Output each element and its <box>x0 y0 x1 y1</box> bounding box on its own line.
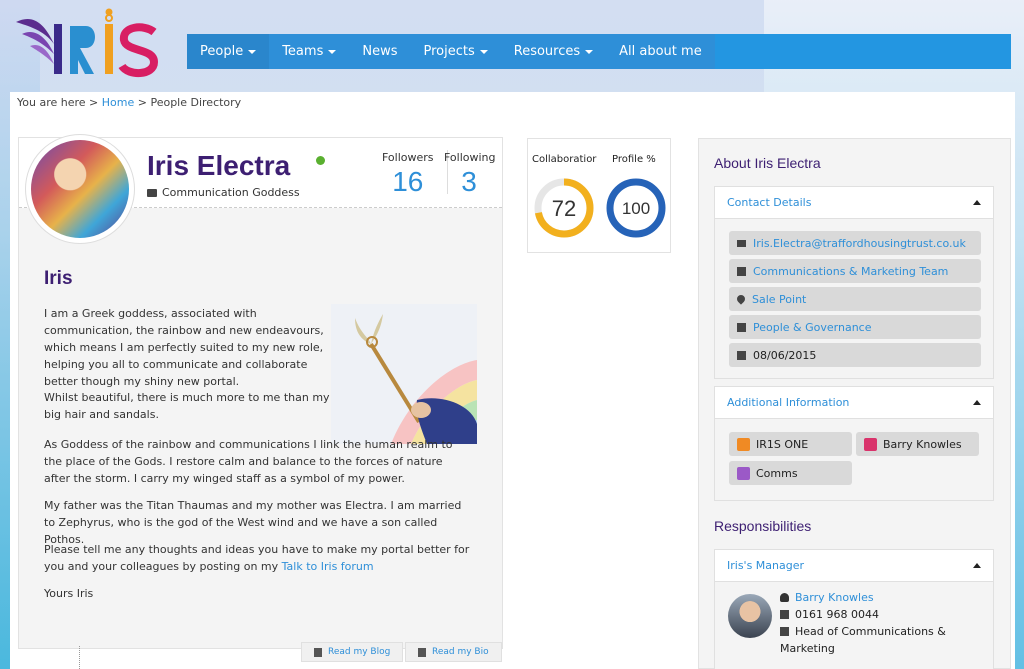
manager-role-row-2: Marketing <box>780 642 835 655</box>
tag-comms[interactable]: Comms <box>729 461 852 485</box>
manager-avatar[interactable] <box>728 594 772 638</box>
nav-projects[interactable]: Projects <box>410 34 500 69</box>
iris-logo[interactable] <box>14 4 174 80</box>
department-row[interactable]: People & Governance <box>729 315 981 339</box>
dotted-divider <box>79 646 80 669</box>
responsibilities-title: Responsibilities <box>714 518 812 534</box>
collaboration-value: 72 <box>552 196 576 221</box>
envelope-icon <box>737 239 746 247</box>
breadcrumb-home-link[interactable]: Home <box>102 96 134 109</box>
group-icon <box>737 437 750 451</box>
tag-ir1s-one[interactable]: IR1S ONE <box>729 432 852 456</box>
collaboration-label: Collaboratior <box>532 154 597 165</box>
stats-card: Collaboratior Profile % 72 100 <box>527 138 671 253</box>
caret-down-icon <box>328 49 337 54</box>
contact-card-icon <box>864 437 877 451</box>
bio-title: Iris <box>44 268 73 289</box>
collaboration-gauge[interactable]: 72 <box>533 177 595 239</box>
bio-paragraph: I am a Greek goddess, associated with co… <box>44 307 324 388</box>
manager-name-row: Barry Knowles <box>780 591 874 604</box>
main-nav: People Teams News Projects Resources All… <box>187 34 1011 69</box>
team-row[interactable]: Communications & Marketing Team <box>729 259 981 283</box>
bio-paragraph: As Goddess of the rainbow and communicat… <box>44 438 453 485</box>
following-stat[interactable]: Following 3 <box>444 151 496 198</box>
caret-down-icon <box>479 49 488 54</box>
profile-completion-gauge[interactable]: 100 <box>605 177 667 239</box>
chevron-up-icon[interactable] <box>973 563 981 568</box>
followers-stat[interactable]: Followers 16 <box>382 151 434 198</box>
chevron-up-icon[interactable] <box>973 200 981 205</box>
nav-teams[interactable]: Teams <box>269 34 349 69</box>
briefcase-icon <box>147 188 157 197</box>
talk-to-iris-forum-link[interactable]: Talk to Iris forum <box>282 560 374 573</box>
profile-percent-label: Profile % <box>612 154 656 165</box>
location-pin-icon <box>735 293 747 305</box>
breadcrumb-current: People Directory <box>150 96 242 109</box>
manager-role-row: Head of Communications & <box>780 625 946 638</box>
location-row[interactable]: Sale Point <box>729 287 981 311</box>
profile-name: Iris Electra <box>147 150 291 181</box>
caret-down-icon <box>248 49 257 54</box>
breadcrumb: You are here > Home > People Directory <box>17 96 242 109</box>
additional-info-panel: Additional Information IR1S ONE Barry Kn… <box>714 386 994 501</box>
contact-details-header[interactable]: Contact Details <box>715 187 993 219</box>
person-icon <box>780 593 789 602</box>
winged-staff-image <box>331 304 477 444</box>
followers-count: 16 <box>392 166 424 197</box>
chevron-up-icon[interactable] <box>973 400 981 405</box>
avatar-image <box>31 140 129 238</box>
caret-down-icon <box>585 49 594 54</box>
manager-panel: Iris's Manager Barry Knowles 0161 968 00… <box>714 549 994 669</box>
team-icon <box>737 266 746 276</box>
bio-paragraph: Please tell me any thoughts and ideas yo… <box>44 543 470 573</box>
team-icon <box>780 627 789 636</box>
following-count: 3 <box>461 166 477 197</box>
contact-details-panel: Contact Details Iris.Electra@traffordhou… <box>714 186 994 379</box>
profile-header: Iris Electra Communication Goddess Follo… <box>19 134 502 244</box>
date-row: 08/06/2015 <box>729 343 981 367</box>
nav-resources[interactable]: Resources <box>501 34 606 69</box>
building-icon <box>737 322 746 332</box>
about-title: About Iris Electra <box>714 155 821 171</box>
nav-all-about-me[interactable]: All about me <box>606 34 715 69</box>
additional-info-header[interactable]: Additional Information <box>715 387 993 419</box>
bio-signoff: Yours Iris <box>44 587 94 600</box>
manager-name-link[interactable]: Barry Knowles <box>795 591 874 604</box>
nav-fill <box>714 34 1011 69</box>
read-bio-button[interactable]: Read my Bio <box>405 642 502 662</box>
nav-people[interactable]: People <box>187 34 270 69</box>
manager-header[interactable]: Iris's Manager <box>715 550 993 582</box>
comms-icon <box>737 466 750 480</box>
read-blog-button[interactable]: Read my Blog <box>301 642 404 662</box>
document-icon <box>418 647 426 657</box>
online-status-icon <box>316 156 325 165</box>
manager-phone-row: 0161 968 0044 <box>780 608 879 621</box>
page-content: You are here > Home > People Directory I… <box>10 92 1015 669</box>
email-row[interactable]: Iris.Electra@traffordhousingtrust.co.uk <box>729 231 981 255</box>
phone-icon <box>780 610 789 619</box>
job-title: Communication Goddess <box>147 186 300 199</box>
profile-card: Iris Electra Communication Goddess Follo… <box>18 134 503 662</box>
avatar <box>25 134 135 244</box>
profile-value: 100 <box>622 199 650 218</box>
nav-news[interactable]: News <box>349 34 410 69</box>
bio-paragraph: Whilst beautiful, there is much more to … <box>44 391 330 421</box>
right-column: About Iris Electra Contact Details Iris.… <box>698 138 1011 669</box>
calendar-icon <box>737 350 746 360</box>
tag-barry-knowles[interactable]: Barry Knowles <box>856 432 979 456</box>
blog-icon <box>314 647 322 657</box>
